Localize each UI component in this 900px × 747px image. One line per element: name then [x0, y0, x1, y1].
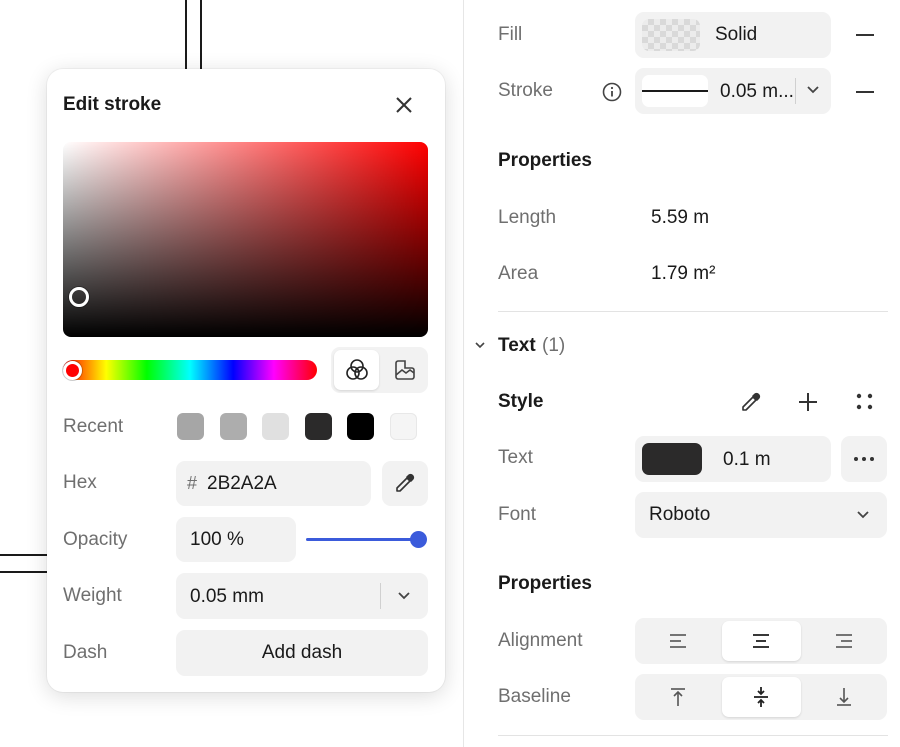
text-section-count: (1)	[542, 335, 566, 356]
align-left-icon	[670, 634, 686, 648]
text-section-title[interactable]: Text	[498, 335, 536, 357]
opacity-label: Opacity	[63, 529, 128, 550]
style-heading: Style	[498, 391, 544, 412]
eyedropper-icon[interactable]	[739, 390, 763, 414]
hex-prefix: #	[187, 473, 198, 493]
baseline-middle-button[interactable]	[722, 677, 801, 717]
popover-title: Edit stroke	[63, 94, 162, 115]
saturation-value-picker[interactable]	[63, 142, 428, 337]
section-separator	[498, 735, 888, 736]
weight-select-divider	[380, 583, 381, 609]
recent-swatch[interactable]	[347, 413, 374, 440]
stroke-preview	[642, 75, 708, 107]
color-mode-image-button[interactable]	[382, 350, 427, 390]
add-dash-label: Add dash	[261, 642, 343, 663]
stroke-weight-value: 0.05 m...	[720, 81, 794, 102]
opacity-value: 100 %	[190, 529, 244, 550]
hex-label: Hex	[63, 472, 97, 493]
baseline-bottom-icon	[837, 688, 851, 706]
baseline-top-icon	[671, 688, 685, 706]
align-center-icon	[753, 634, 769, 648]
color-picker-handle[interactable]	[69, 287, 89, 307]
dash-label: Dash	[63, 642, 108, 663]
font-value: Roboto	[649, 504, 711, 525]
align-right-icon	[836, 634, 852, 648]
recent-swatch[interactable]	[390, 413, 417, 440]
image-fill-icon	[395, 360, 415, 380]
chevron-down-icon[interactable]	[474, 341, 486, 349]
opacity-slider-handle[interactable]	[410, 531, 427, 548]
align-center-button[interactable]	[722, 621, 801, 661]
weight-label: Weight	[63, 585, 122, 606]
chevron-down-icon[interactable]	[806, 85, 820, 95]
recent-swatch[interactable]	[220, 413, 247, 440]
weight-select[interactable]: 0.05 mm	[176, 573, 428, 619]
text-style-field[interactable]: 0.1 m	[635, 436, 831, 482]
close-icon[interactable]	[394, 95, 414, 115]
opacity-slider[interactable]	[306, 538, 420, 541]
align-right-button[interactable]	[803, 618, 887, 664]
stroke-field-divider	[795, 78, 796, 104]
style-grid-icon[interactable]	[855, 392, 875, 412]
fill-type-value: Solid	[715, 24, 758, 45]
hue-slider[interactable]	[63, 360, 317, 380]
area-value: 1.79 m²	[651, 263, 716, 284]
canvas-line	[200, 0, 202, 69]
text-color-swatch[interactable]	[642, 443, 702, 475]
opacity-input[interactable]: 100 %	[176, 517, 296, 562]
recent-swatch[interactable]	[262, 413, 289, 440]
recent-label: Recent	[63, 416, 124, 437]
add-dash-button[interactable]: Add dash	[176, 630, 428, 676]
area-label: Area	[498, 263, 539, 284]
align-left-button[interactable]	[635, 618, 719, 664]
baseline-top-button[interactable]	[635, 674, 719, 720]
alignment-segmented-control	[635, 618, 887, 664]
canvas-line	[0, 571, 47, 573]
section-separator	[498, 311, 888, 312]
eyedropper-button[interactable]	[382, 461, 428, 506]
recent-swatch[interactable]	[305, 413, 332, 440]
weight-value: 0.05 mm	[190, 586, 264, 607]
text-style-label: Text	[498, 447, 533, 468]
color-mode-solid-button[interactable]	[334, 350, 379, 390]
hex-value: 2B2A2A	[207, 473, 277, 494]
baseline-bottom-button[interactable]	[803, 674, 887, 720]
baseline-segmented-control	[635, 674, 887, 720]
canvas-line	[185, 0, 187, 69]
hue-slider-handle[interactable]	[63, 361, 82, 380]
info-icon[interactable]	[602, 82, 622, 102]
add-style-icon[interactable]	[797, 391, 819, 413]
stroke-field[interactable]: 0.05 m...	[635, 68, 831, 114]
baseline-label: Baseline	[498, 686, 571, 707]
hex-input[interactable]: # 2B2A2A	[176, 461, 371, 506]
fill-label: Fill	[498, 24, 523, 45]
length-value: 5.59 m	[651, 207, 710, 228]
panel-divider	[463, 0, 464, 747]
stroke-label: Stroke	[498, 80, 553, 101]
length-label: Length	[498, 207, 557, 228]
canvas-line	[0, 554, 47, 556]
chevron-down-icon	[397, 591, 411, 601]
text-properties-heading: Properties	[498, 573, 592, 594]
more-options-button[interactable]	[841, 436, 887, 482]
chevron-down-icon	[856, 510, 870, 520]
color-circles-icon	[346, 359, 368, 380]
properties-heading: Properties	[498, 150, 592, 171]
transparency-checker-icon	[642, 19, 700, 51]
font-select[interactable]: Roboto	[635, 492, 887, 538]
color-mode-toggle	[331, 347, 428, 393]
baseline-middle-icon	[754, 687, 768, 707]
fill-field[interactable]: Solid	[635, 12, 831, 58]
recent-swatch[interactable]	[177, 413, 204, 440]
font-label: Font	[498, 504, 537, 525]
more-icon	[854, 457, 874, 461]
remove-fill-button[interactable]	[856, 34, 874, 36]
remove-stroke-button[interactable]	[856, 91, 874, 93]
eyedropper-icon	[396, 473, 415, 492]
text-size-value: 0.1 m	[723, 449, 771, 470]
alignment-label: Alignment	[498, 630, 583, 651]
